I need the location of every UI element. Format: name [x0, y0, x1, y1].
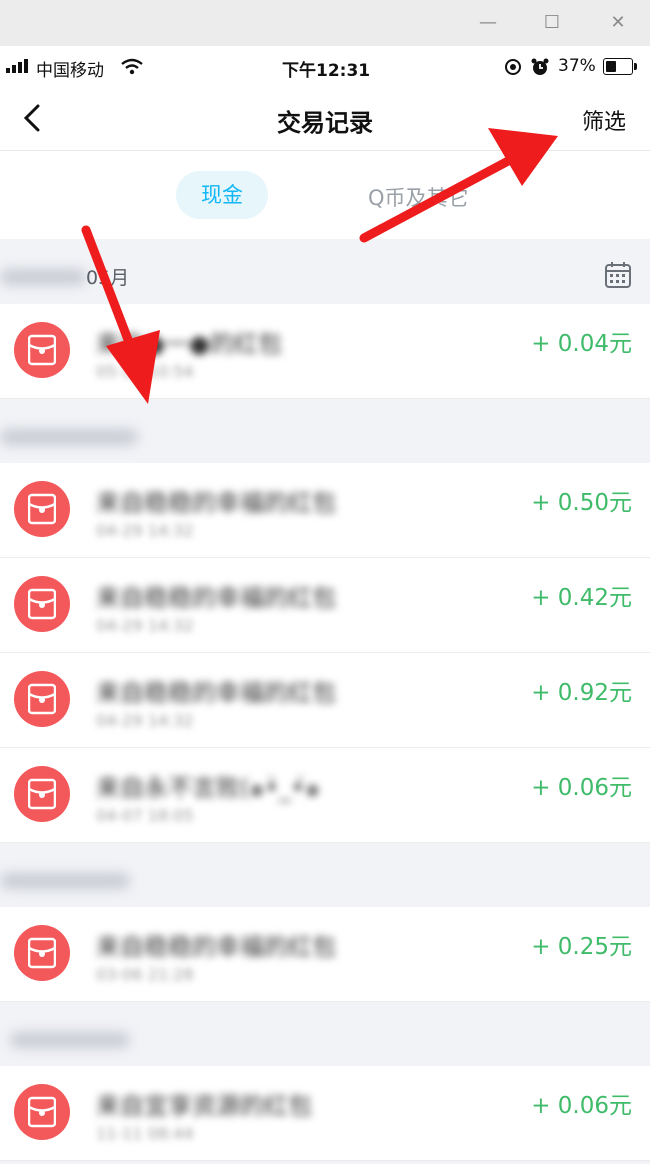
transaction-row[interactable]: 来自稳稳的幸福的红包 04-29 14:32 + 0.92元	[0, 653, 650, 748]
red-packet-icon	[14, 1084, 70, 1140]
red-packet-icon	[14, 322, 70, 378]
red-packet-icon	[14, 925, 70, 981]
transaction-title: 来自●一●的红包	[96, 330, 282, 358]
transaction-time: 03-06 21:28	[96, 965, 194, 984]
transaction-title: 来自永不言败(๑•̀_•́๑	[96, 774, 321, 802]
tab-bar: 现金 Q币及其它	[0, 151, 650, 239]
red-packet-icon	[14, 766, 70, 822]
maximize-button[interactable]: ☐	[532, 8, 572, 38]
carrier-label: 中国移动	[36, 61, 104, 81]
filter-button[interactable]: 筛选	[582, 104, 626, 136]
location-icon	[505, 59, 521, 75]
transaction-time: 04-29 14:32	[96, 711, 194, 730]
transaction-title: 来自稳稳的幸福的红包	[96, 584, 336, 612]
transaction-amount: + 0.25元	[531, 934, 632, 960]
transaction-amount: + 0.92元	[531, 680, 632, 706]
battery-percent: 37%	[558, 56, 596, 76]
transaction-amount: + 0.04元	[531, 331, 632, 357]
transaction-title: 来自稳稳的幸福的红包	[96, 679, 336, 707]
month-header	[0, 1002, 650, 1066]
transaction-row[interactable]: 来自稳稳的幸福的红包 04-29 14:32 + 0.42元	[0, 558, 650, 653]
window-titlebar: — ☐ ✕	[0, 0, 650, 46]
tab-q-coin-and-other[interactable]: Q币及其它	[368, 182, 469, 212]
page-title: 交易记录	[277, 109, 373, 137]
red-packet-icon	[14, 481, 70, 537]
alarm-icon	[531, 58, 549, 75]
close-window-button[interactable]: ✕	[598, 8, 638, 38]
transaction-row[interactable]: 来自宜享资源的红包 11-11 08:44 + 0.06元	[0, 1066, 650, 1161]
battery-icon	[603, 58, 637, 75]
status-time: 下午12:31	[282, 61, 371, 81]
transaction-amount: + 0.42元	[531, 585, 632, 611]
transaction-time: 04-07 18:05	[96, 806, 194, 825]
month-header: 05月	[0, 239, 650, 304]
status-bar: 中国移动 下午12:31 37%	[0, 46, 650, 88]
transaction-row[interactable]: 来自永不言败(๑•̀_•́๑ 04-07 18:05 + 0.06元	[0, 748, 650, 843]
transaction-amount: + 0.06元	[531, 1093, 632, 1119]
minimize-button[interactable]: —	[468, 8, 508, 38]
tab-cash[interactable]: 现金	[176, 171, 268, 219]
transaction-amount: + 0.50元	[531, 490, 632, 516]
transaction-title: 来自稳稳的幸福的红包	[96, 933, 336, 961]
transaction-time: 05-12 10:54	[96, 362, 194, 381]
month-header	[0, 399, 650, 463]
transaction-time: 04-29 14:32	[96, 616, 194, 635]
calendar-icon[interactable]	[604, 261, 632, 289]
wifi-icon	[121, 58, 143, 75]
month-header	[0, 843, 650, 907]
transaction-row[interactable]: 来自稳稳的幸福的红包 03-06 21:28 + 0.25元	[0, 907, 650, 1002]
red-packet-icon	[14, 671, 70, 727]
transaction-title: 来自宜享资源的红包	[96, 1092, 312, 1120]
transaction-time: 04-29 14:32	[96, 521, 194, 540]
transaction-title: 来自稳稳的幸福的红包	[96, 489, 336, 517]
month-label: 05月	[86, 267, 130, 289]
red-packet-icon	[14, 576, 70, 632]
transaction-time: 11-11 08:44	[96, 1124, 194, 1143]
transaction-row[interactable]: 来自稳稳的幸福的红包 04-29 14:32 + 0.50元	[0, 463, 650, 558]
nav-bar: 交易记录 筛选	[0, 88, 650, 151]
signal-icon	[6, 59, 34, 73]
transaction-amount: + 0.06元	[531, 775, 632, 801]
transaction-row[interactable]: 来自●一●的红包 05-12 10:54 + 0.04元	[0, 304, 650, 399]
